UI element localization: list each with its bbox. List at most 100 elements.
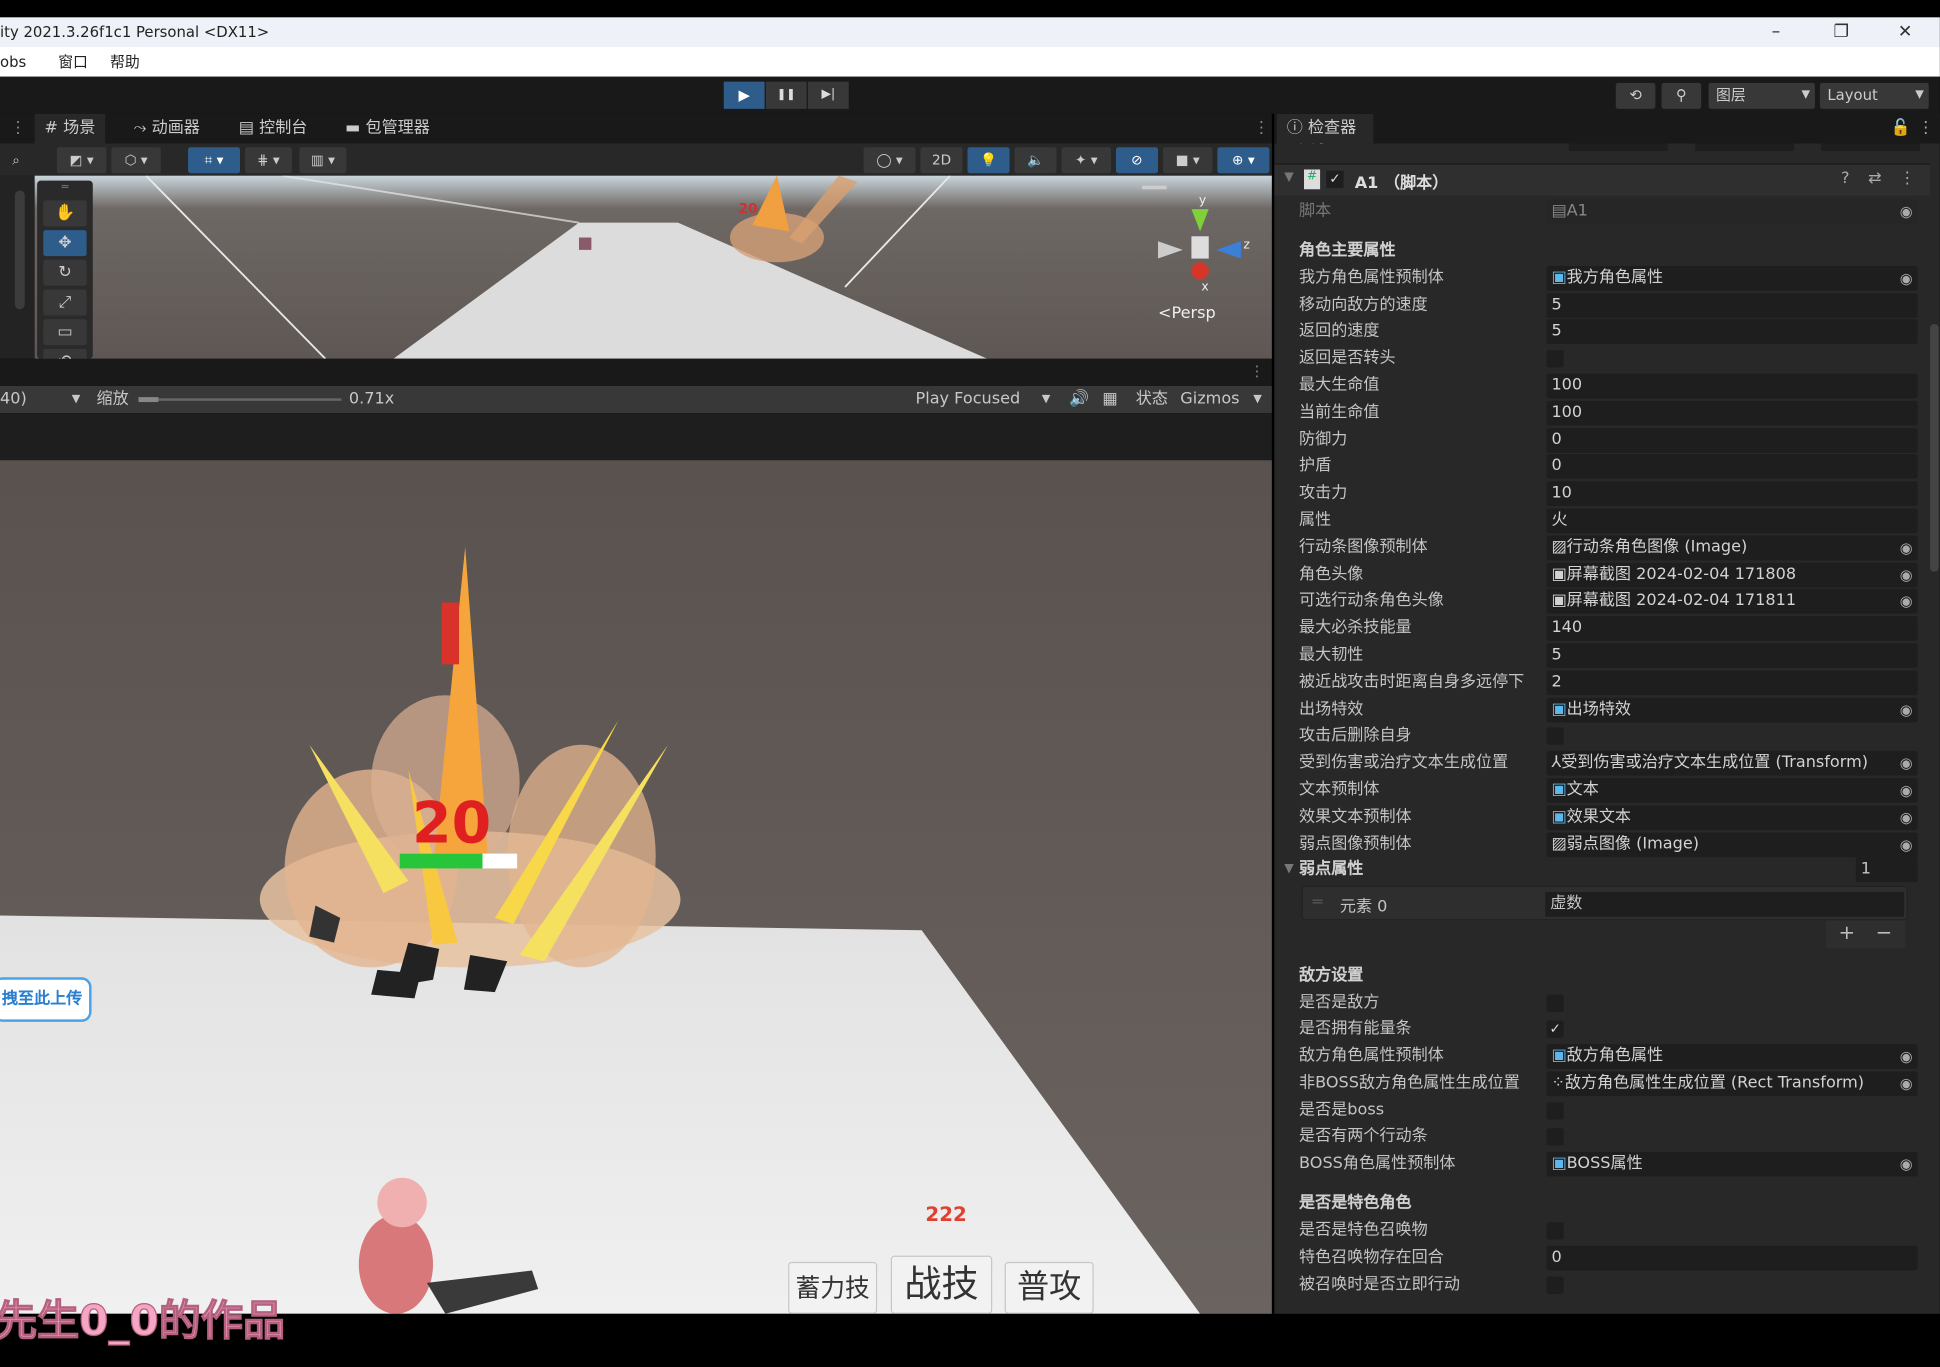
play-button[interactable]: ▶ — [723, 81, 765, 109]
add-element-button[interactable]: + — [1838, 920, 1855, 944]
drag-handle-icon[interactable]: ═ — [1313, 893, 1323, 912]
normal-attack-button[interactable]: 普攻 — [1004, 1261, 1094, 1314]
move-tool-icon[interactable]: ✥ — [43, 230, 87, 257]
stats-button[interactable]: 状态 — [1136, 386, 1168, 413]
foldout-arrow-icon[interactable]: ▼ — [1284, 857, 1294, 882]
object-picker-icon[interactable]: ◉ — [1900, 562, 1913, 587]
value-field[interactable]: 100 — [1546, 400, 1918, 426]
game-view[interactable]: 20 拽至此上传 222 蓄力技 战技 普攻 — [0, 460, 1272, 1314]
object-picker-icon[interactable]: ◉ — [1900, 1152, 1913, 1177]
checkbox[interactable]: ✓ — [1546, 1021, 1564, 1039]
2d-toggle[interactable]: 2D — [920, 147, 963, 174]
more-icon[interactable]: ⋮ — [1250, 362, 1265, 379]
component-enabled-checkbox[interactable]: ✓ — [1326, 170, 1344, 189]
value-field[interactable]: 0 — [1546, 1245, 1918, 1271]
object-picker-icon[interactable]: ◉ — [1900, 589, 1913, 614]
axis-neg-x-cone[interactable] — [1158, 241, 1183, 259]
object-field[interactable]: ▣屏幕截图 2024-02-04 171811 ◉ — [1546, 589, 1918, 615]
tab-console[interactable]: ▤ 控制台 — [229, 114, 317, 144]
tab-animator[interactable]: ⤳ 动画器 — [124, 114, 210, 144]
help-icon[interactable]: ? — [1841, 169, 1850, 188]
more-icon[interactable]: ⋮ — [1918, 119, 1934, 138]
palette-handle[interactable]: ═ — [43, 182, 86, 193]
checkbox[interactable] — [1546, 1101, 1564, 1119]
gizmo-center-cube[interactable] — [1191, 236, 1209, 259]
checkbox[interactable] — [1546, 994, 1564, 1012]
camera-mode-dropdown[interactable]: ◯ ▾ — [863, 147, 916, 174]
object-field[interactable]: ▣出场特效 ◉ — [1546, 697, 1918, 722]
resolution-dropdown[interactable]: 40) — [0, 386, 27, 413]
grid-snap-button[interactable]: ⌗ ▾ — [188, 147, 241, 174]
array-size-field[interactable]: 1 — [1855, 857, 1918, 883]
object-picker-icon[interactable]: ◉ — [1900, 266, 1913, 291]
inspector-scrollbar[interactable] — [1930, 324, 1939, 572]
increment-snap-button[interactable]: ⋕ ▾ — [244, 147, 292, 174]
weakness-array-header[interactable]: ▼ 弱点属性 1 — [1284, 857, 1918, 883]
gizmos-dropdown[interactable]: ⊕ ▾ — [1217, 147, 1270, 174]
pause-button[interactable]: ❚❚ — [765, 81, 807, 109]
object-field[interactable]: ▣BOSS属性 ◉ — [1546, 1151, 1918, 1177]
checkbox[interactable] — [1546, 1128, 1564, 1146]
object-picker-icon[interactable]: ◉ — [1900, 697, 1913, 722]
object-picker-icon[interactable]: ◉ — [1900, 805, 1913, 830]
object-picker-icon[interactable]: ◉ — [1900, 535, 1913, 560]
charge-skill-button[interactable]: 蓄力技 — [788, 1261, 878, 1314]
hand-tool-icon[interactable]: ✋ — [43, 200, 87, 227]
value-field[interactable]: 0 — [1546, 427, 1918, 453]
axis-x-cone[interactable] — [1191, 262, 1209, 280]
value-field[interactable]: 火 — [1546, 508, 1918, 534]
value-field[interactable]: 5 — [1546, 643, 1918, 669]
audio-toggle[interactable]: 🔈 — [1014, 147, 1057, 174]
battle-skill-button[interactable]: 战技 — [890, 1255, 993, 1314]
upload-button[interactable]: 拽至此上传 — [0, 977, 92, 1022]
object-field[interactable]: ▣效果文本 ◉ — [1546, 805, 1918, 830]
search-scene-icon[interactable]: ⌕ — [5, 147, 27, 173]
orientation-gizmo[interactable]: y z x — [1154, 194, 1253, 299]
keyboard-shortcuts-icon[interactable]: ▦ — [1102, 386, 1117, 413]
rotate-tool-icon[interactable]: ↻ — [43, 259, 87, 286]
value-field[interactable]: 100 — [1546, 373, 1918, 399]
menu-item-jobs[interactable]: obs — [0, 53, 26, 70]
object-field[interactable]: ⁘敌方角色属性生成位置 (Rect Transform) ◉ — [1546, 1071, 1918, 1096]
element-value-field[interactable]: 虚数 — [1545, 891, 1905, 917]
foldout-arrow-icon[interactable]: ▼ — [1284, 171, 1294, 185]
object-field[interactable]: ▨行动条角色图像 (Image) ◉ — [1546, 535, 1918, 561]
tab-scene[interactable]: # 场景 — [34, 113, 106, 144]
component-header[interactable]: ▼ # ✓ A1 （脚本） ? ⇄ ⋮ — [1274, 163, 1931, 196]
gizmos-button[interactable]: Gizmos — [1180, 386, 1239, 413]
scene-scrollbar[interactable] — [0, 175, 35, 359]
gizmo-menu-handle[interactable] — [1141, 185, 1167, 190]
value-field[interactable]: 2 — [1546, 670, 1918, 695]
remove-element-button[interactable]: − — [1876, 920, 1893, 944]
checkbox[interactable] — [1546, 1222, 1564, 1240]
presets-icon[interactable]: ⇄ — [1868, 169, 1881, 188]
checkbox[interactable] — [1546, 727, 1564, 746]
object-picker-icon[interactable]: ◉ — [1900, 832, 1913, 857]
more-icon[interactable]: ⋮ — [0, 114, 36, 144]
object-field[interactable]: ▣文本 ◉ — [1546, 778, 1918, 803]
lighting-toggle[interactable]: 💡 — [967, 147, 1010, 174]
step-button[interactable]: ▶| — [807, 81, 849, 109]
menu-item-window[interactable]: 窗口 — [58, 53, 88, 70]
axis-z-cone[interactable] — [1216, 241, 1241, 259]
object-picker-icon[interactable]: ◉ — [1900, 1071, 1913, 1096]
scale-slider[interactable] — [138, 397, 342, 403]
menu-item-help[interactable]: 帮助 — [110, 53, 140, 70]
rect-tool-icon[interactable]: ▭ — [43, 319, 87, 346]
value-field[interactable]: 140 — [1546, 616, 1918, 642]
object-field[interactable]: ▣敌方角色属性 ◉ — [1546, 1044, 1918, 1069]
value-field[interactable]: 5 — [1546, 292, 1918, 318]
value-field[interactable]: 5 — [1546, 319, 1918, 345]
axis-y-cone[interactable] — [1191, 209, 1209, 232]
object-field[interactable]: ▣我方角色属性 ◉ — [1546, 265, 1918, 291]
tab-inspector[interactable]: ⓘ 检查器 — [1276, 113, 1374, 144]
more-icon[interactable]: ⋮ — [1899, 169, 1915, 188]
object-picker-icon[interactable]: ◉ — [1900, 778, 1913, 803]
perspective-toggle[interactable]: <Persp — [1158, 304, 1216, 323]
tab-package-manager[interactable]: ▬ 包管理器 — [335, 114, 439, 144]
play-focused-dropdown[interactable]: Play Focused — [916, 386, 1021, 413]
grid-button[interactable]: ▥ ▾ — [299, 147, 347, 174]
object-field[interactable]: ⅄受到伤害或治疗文本生成位置 (Transform) ◉ — [1546, 751, 1918, 776]
checkbox[interactable] — [1546, 1276, 1564, 1294]
effects-dropdown[interactable]: ✦ ▾ — [1061, 147, 1112, 174]
